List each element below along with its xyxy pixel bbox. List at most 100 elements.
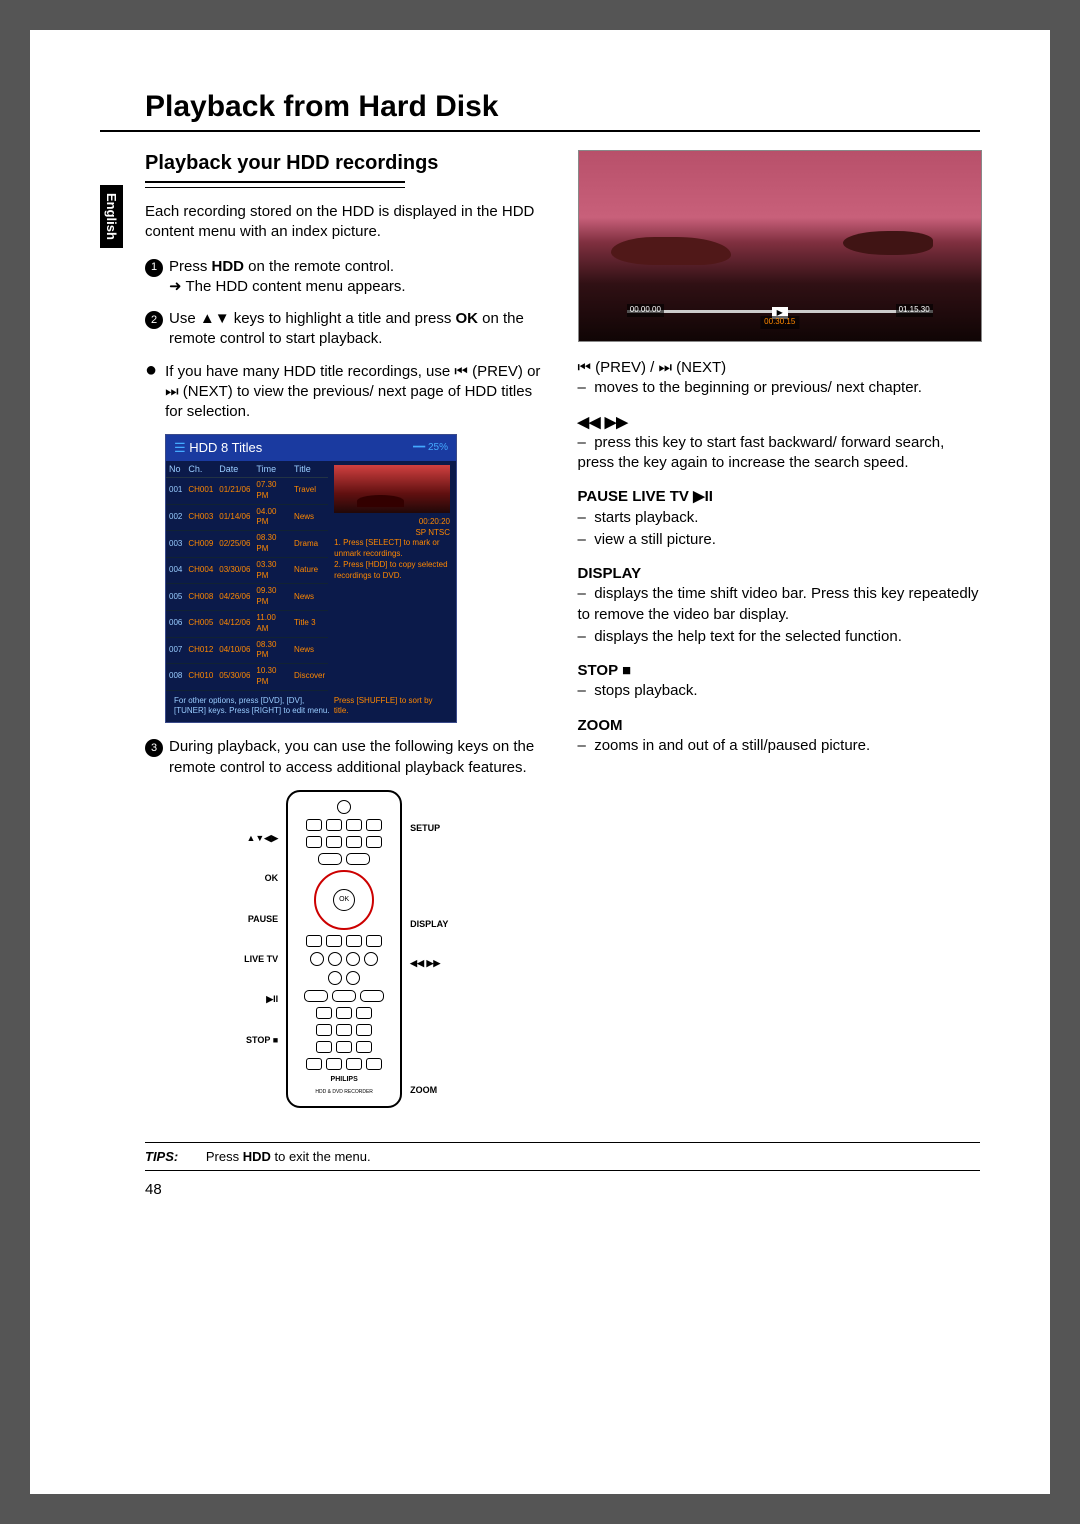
remote-brand-sub: HDD & DVD RECORDER — [315, 1089, 373, 1096]
func-prevnext: ⏮ (PREV) / ⏭ (NEXT) – moves to the begin… — [578, 358, 981, 399]
func-zoom: ZOOM – zooms in and out of a still/pause… — [578, 716, 981, 757]
col-time: Time — [253, 461, 291, 478]
label-scan: ◀◀ ▶▶ — [410, 957, 448, 969]
hdd-preview: 00:20:20 SP NTSC 1. Press [SELECT] to ma… — [328, 461, 456, 691]
tips-label: TIPS: — [145, 1149, 178, 1164]
hdd-hint-1: 1. Press [SELECT] to mark or unmark reco… — [334, 538, 450, 560]
stop-header: STOP ■ — [578, 661, 981, 681]
hdd-body: No Ch. Date Time Title 001CH00101/21/060… — [166, 461, 456, 691]
label-pause1: PAUSE — [244, 913, 278, 925]
step-3-body: During playback, you can use the followi… — [169, 737, 548, 778]
note-bullet: ● If you have many HDD title recordings,… — [145, 362, 548, 423]
step-3: 3 During playback, you can use the follo… — [145, 737, 548, 778]
step1-text-c: on the remote control. — [244, 258, 394, 275]
remote-labels-left: ▲▼◀▶ OK PAUSE LIVE TV ▶II STOP ■ — [244, 790, 278, 1108]
tips-hdd: HDD — [243, 1149, 271, 1164]
step-1: 1 Press HDD on the remote control. The H… — [145, 257, 548, 298]
tv-time-current: 00.30.15 — [760, 316, 799, 329]
step-number-3: 3 — [145, 739, 163, 757]
prevnext-header: ⏮ (PREV) / ⏭ (NEXT) — [578, 358, 981, 378]
bullet-icon: ● — [145, 360, 157, 423]
col-date: Date — [216, 461, 253, 478]
step-1-body: Press HDD on the remote control. The HDD… — [169, 257, 548, 298]
display-line-2: – displays the help text for the selecte… — [578, 627, 981, 647]
page-number: 48 — [145, 1181, 980, 1198]
label-pause3: ▶II — [244, 993, 278, 1005]
bullet-body: If you have many HDD title recordings, u… — [165, 362, 547, 423]
power-icon — [337, 800, 351, 814]
remote-labels-right: SETUP DISPLAY ◀◀ ▶▶ ZOOM — [410, 790, 448, 1108]
pause-line-1: – starts playback. — [578, 508, 981, 528]
hdd-menu-screenshot: ☰ HDD 8 Titles ━━ 25% No Ch. Date Time T… — [165, 434, 457, 723]
hdd-percent: ━━ 25% — [413, 441, 448, 455]
tips-text-c: to exit the menu. — [271, 1149, 371, 1164]
step1-text-a: Press — [169, 258, 212, 275]
label-ok: OK — [244, 872, 278, 884]
func-pause: PAUSE LIVE TV ▶II – starts playback. – v… — [578, 487, 981, 550]
cloud-icon — [843, 231, 933, 255]
step2-ok: OK — [456, 310, 479, 327]
page-title: Playback from Hard Disk — [100, 90, 980, 124]
right-column: 00.00.00 01.15.30 ▶ 00.30.15 ⏮ (PREV) / … — [578, 150, 981, 1118]
prevnext-body: – moves to the beginning or previous/ ne… — [578, 378, 981, 398]
label-setup: SETUP — [410, 822, 448, 834]
label-zoom: ZOOM — [410, 1084, 448, 1096]
step-2: 2 Use ▲▼ keys to highlight a title and p… — [145, 309, 548, 350]
col-title: Title — [291, 461, 328, 478]
prev-label: (PREV) — [472, 363, 523, 380]
tips-bar: TIPS: Press HDD to exit the menu. — [145, 1142, 980, 1171]
pause-line-2: – view a still picture. — [578, 530, 981, 550]
tips-text-a: Press — [206, 1149, 243, 1164]
func-display: DISPLAY – displays the time shift video … — [578, 564, 981, 647]
manual-page: English Playback from Hard Disk Playback… — [30, 30, 1050, 1494]
content-columns: Playback your HDD recordings Each record… — [100, 150, 980, 1118]
hdd-footer-right: Press [SHUFFLE] to sort by title. — [334, 696, 448, 718]
hdd-title: ☰ HDD 8 Titles — [174, 439, 262, 457]
cloud-icon — [611, 237, 731, 265]
hdd-footer-left: For other options, press [DVD], [DV], [T… — [174, 696, 334, 718]
label-pause2: LIVE TV — [244, 953, 278, 965]
tv-time-end: 01.15.30 — [896, 304, 933, 317]
label-display: DISPLAY — [410, 918, 448, 930]
next-icon: ⏭ — [165, 383, 179, 400]
stop-line-1: – stops playback. — [578, 681, 981, 701]
next-label: (NEXT) — [183, 383, 233, 400]
pause-header: PAUSE LIVE TV ▶II — [578, 487, 981, 507]
tv-preview: 00.00.00 01.15.30 ▶ 00.30.15 — [578, 150, 983, 342]
col-no: No — [166, 461, 185, 478]
left-column: Playback your HDD recordings Each record… — [145, 150, 548, 1118]
hdd-thumbnail — [334, 465, 450, 513]
remote-body: PHILIPS HDD & DVD RECORDER — [286, 790, 402, 1108]
step-number-2: 2 — [145, 311, 163, 329]
remote-diagram: ▲▼◀▶ OK PAUSE LIVE TV ▶II STOP ■ — [145, 790, 548, 1108]
step2-text-a: Use ▲▼ keys to highlight a title and pre… — [169, 310, 456, 327]
bullet-text-a: If you have many HDD title recordings, u… — [165, 363, 454, 380]
hdd-meta: 00:20:20 SP NTSC — [334, 517, 450, 539]
scan-body: – press this key to start fast backward/… — [578, 433, 981, 474]
hdd-header: ☰ HDD 8 Titles ━━ 25% — [166, 435, 456, 461]
section-title: Playback your HDD recordings — [145, 150, 548, 177]
bullet-text-b: or — [523, 363, 541, 380]
step-number-1: 1 — [145, 259, 163, 277]
display-line-1: – displays the time shift video bar. Pre… — [578, 584, 981, 625]
intro-paragraph: Each recording stored on the HDD is disp… — [145, 202, 548, 243]
step1-result: The HDD content menu appears. — [169, 277, 548, 297]
func-stop: STOP ■ – stops playback. — [578, 661, 981, 702]
zoom-header: ZOOM — [578, 716, 981, 736]
language-tab: English — [100, 185, 123, 248]
tv-time-start: 00.00.00 — [627, 304, 664, 317]
display-header: DISPLAY — [578, 564, 981, 584]
hdd-footer: For other options, press [DVD], [DV], [T… — [166, 691, 456, 723]
title-rule — [100, 130, 980, 132]
zoom-line-1: – zooms in and out of a still/paused pic… — [578, 736, 981, 756]
remote-brand: PHILIPS — [331, 1075, 358, 1084]
prev-icon: ⏮ — [454, 363, 468, 380]
step-2-body: Use ▲▼ keys to highlight a title and pre… — [169, 309, 548, 350]
label-nav: ▲▼◀▶ — [244, 832, 278, 844]
hdd-table: No Ch. Date Time Title 001CH00101/21/060… — [166, 461, 328, 691]
section-rule — [145, 181, 405, 188]
label-stop: STOP ■ — [244, 1034, 278, 1046]
hdd-hint-2: 2. Press [HDD] to copy selected recordin… — [334, 560, 450, 582]
step1-hdd: HDD — [212, 258, 245, 275]
nav-ring — [314, 870, 374, 930]
